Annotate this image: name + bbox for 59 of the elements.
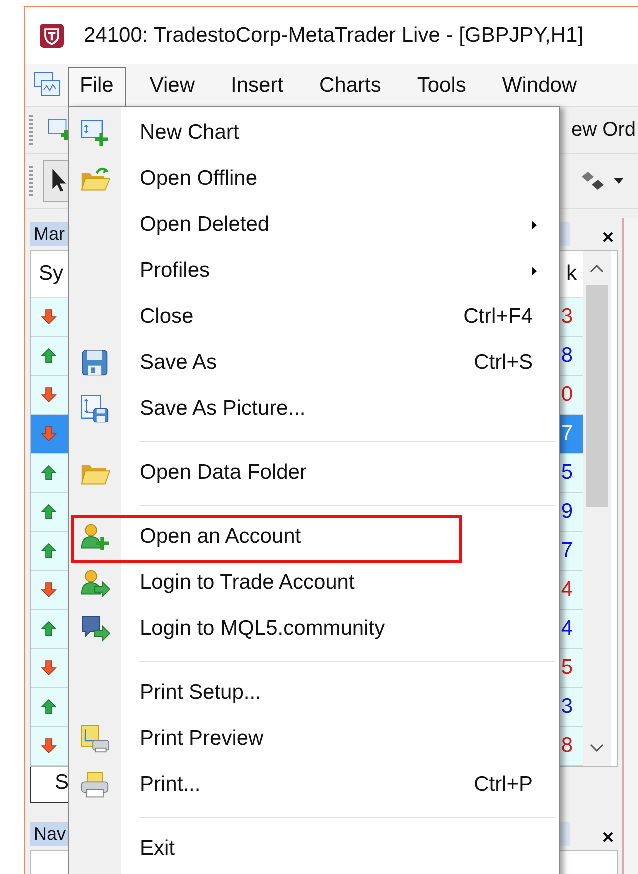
column-header[interactable]: Sy	[31, 262, 64, 286]
close-button[interactable]: ×	[602, 226, 614, 250]
window-title: 24100: TradestoCorp-MetaTrader Live - [GBPJPY,H1]	[84, 24, 584, 48]
menu-bar-item[interactable]: View	[138, 67, 207, 106]
column-header[interactable]: k	[566, 262, 583, 286]
menu-item[interactable]: Save As Picture...	[69, 386, 559, 432]
scroll-up-icon[interactable]	[590, 265, 604, 273]
user-plus-icon	[80, 522, 110, 552]
panel-title: Nav	[34, 824, 66, 844]
menu-item[interactable]: Profiles	[69, 248, 559, 294]
print-preview-icon	[80, 724, 110, 754]
shortcut-text: Ctrl+F4	[464, 305, 533, 329]
shortcut-text: Ctrl+P	[474, 773, 533, 797]
toolbar-grip[interactable]	[29, 166, 33, 196]
menu-item[interactable]: Open Offline	[69, 156, 559, 202]
user-arrow-icon	[80, 568, 110, 598]
menu-bar-item[interactable]: Window	[490, 67, 590, 106]
close-button[interactable]: ×	[602, 826, 614, 850]
menu-item[interactable]: New Chart	[69, 110, 559, 156]
panel-title: Mar	[34, 224, 65, 244]
menu-bar-item[interactable]: File	[68, 67, 126, 106]
price-text: 7	[561, 539, 573, 562]
printer-icon	[80, 770, 110, 800]
price-text: 8	[561, 734, 573, 757]
menu-item[interactable]: Close Ctrl+F4	[69, 294, 559, 340]
scrollbar[interactable]	[583, 251, 611, 766]
badge-arrow-icon	[80, 614, 110, 644]
caret-icon[interactable]	[614, 178, 624, 184]
price-text: 0	[561, 383, 573, 406]
scrollbar-thumb[interactable]	[586, 285, 608, 507]
chart-floppy-icon	[80, 394, 110, 424]
scroll-down-icon[interactable]	[590, 744, 604, 752]
toolbar-grip[interactable]	[29, 115, 33, 145]
price-text: 7	[561, 422, 573, 445]
menu-item[interactable]: Save As Ctrl+S	[69, 340, 559, 386]
menu-item[interactable]: Open an Account	[69, 514, 559, 560]
menu-bar-item[interactable]: Insert	[218, 67, 296, 106]
menu-item[interactable]: Open Data Folder	[69, 450, 559, 496]
price-text: 5	[561, 461, 573, 484]
chart-window-icon[interactable]	[34, 71, 62, 99]
menu-item[interactable]: Login to Trade Account	[69, 560, 559, 606]
menu-bar-item[interactable]: Tools	[405, 67, 478, 106]
price-text: 9	[561, 500, 573, 523]
menu-item[interactable]: Exit	[69, 826, 559, 872]
menu-item[interactable]: Print Preview	[69, 716, 559, 762]
menu-item[interactable]: Open Deleted	[69, 202, 559, 248]
price-text: 4	[561, 617, 573, 640]
price-text: 3	[561, 305, 573, 328]
price-text: 4	[561, 578, 573, 601]
price-text: 3	[561, 695, 573, 718]
price-text: 8	[561, 344, 573, 367]
shortcut-text: Ctrl+S	[474, 351, 533, 375]
app-logo-icon	[40, 24, 64, 48]
menu-item[interactable]: Print Setup...	[69, 670, 559, 716]
menu-bar-item[interactable]: Charts	[308, 67, 394, 106]
new-chart-icon	[80, 118, 110, 148]
menu-item[interactable]: Login to MQL5.community	[69, 606, 559, 652]
price-text: 5	[561, 656, 573, 679]
new-order-button[interactable]: ew Ord	[572, 118, 636, 142]
